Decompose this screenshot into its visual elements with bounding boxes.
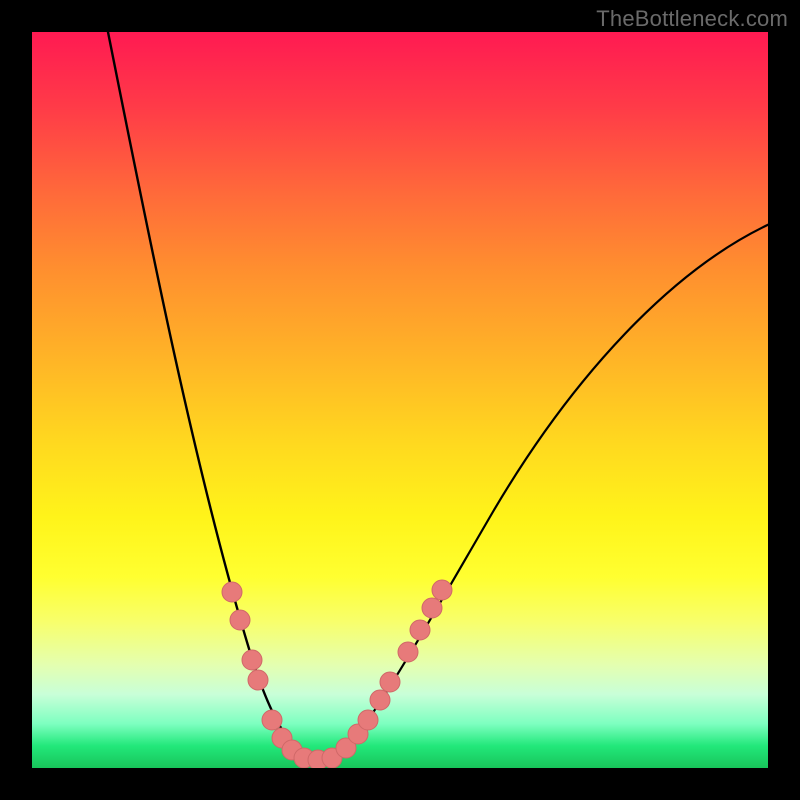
curve-svg	[32, 32, 768, 768]
watermark-text: TheBottleneck.com	[596, 6, 788, 32]
curve-marker	[358, 710, 378, 730]
curve-marker	[242, 650, 262, 670]
curve-marker	[222, 582, 242, 602]
plot-area	[32, 32, 768, 768]
curve-marker	[262, 710, 282, 730]
left-curve	[104, 32, 320, 760]
curve-marker	[422, 598, 442, 618]
marker-group	[222, 580, 452, 768]
chart-frame: TheBottleneck.com	[0, 0, 800, 800]
curve-marker	[410, 620, 430, 640]
curve-marker	[230, 610, 250, 630]
curve-marker	[380, 672, 400, 692]
curve-marker	[248, 670, 268, 690]
curve-marker	[398, 642, 418, 662]
curve-marker	[370, 690, 390, 710]
curve-marker	[432, 580, 452, 600]
